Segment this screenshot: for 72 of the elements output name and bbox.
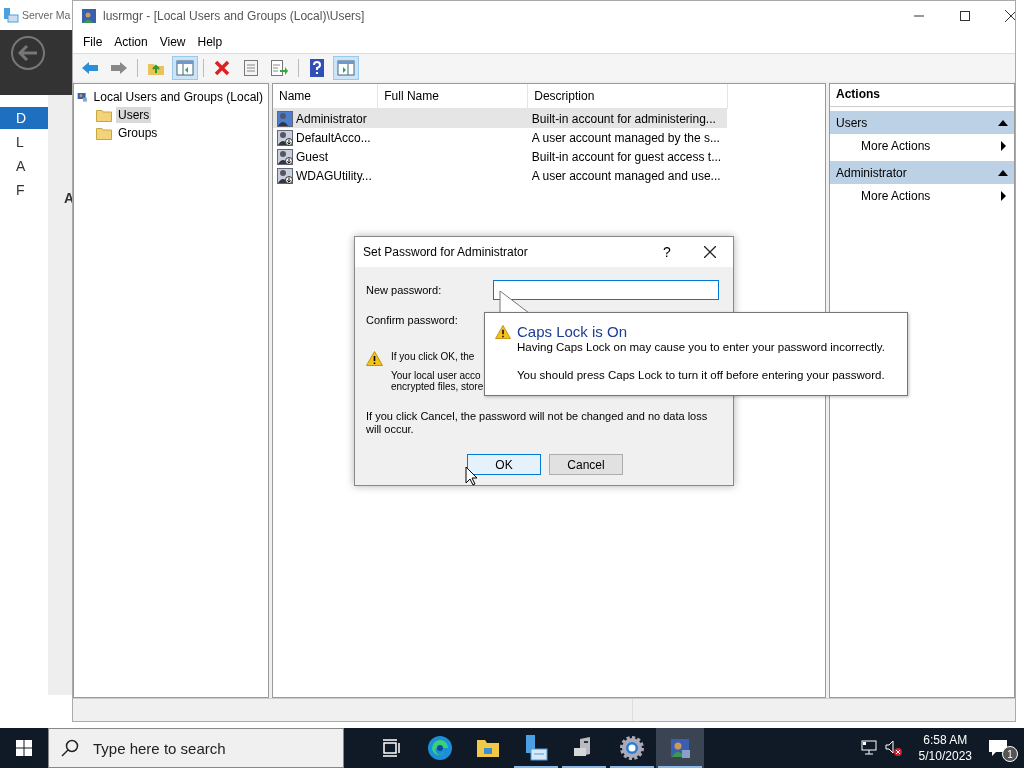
pane-title: Actions <box>830 84 1014 107</box>
field-label: Confirm password: <box>366 314 459 326</box>
table-cell-text: A user account managed and use... <box>530 167 722 185</box>
warning-icon <box>495 324 511 339</box>
column-header[interactable]: Full Name <box>377 84 528 109</box>
menu-item[interactable]: Help <box>191 35 229 49</box>
nav-item[interactable]: L <box>0 131 48 153</box>
column-header[interactable]: Description <box>527 84 728 109</box>
nav-item[interactable]: D <box>0 107 48 129</box>
browser-icon <box>427 735 453 761</box>
server-icon <box>3 7 19 23</box>
table-cell[interactable]: Administrator <box>273 108 378 128</box>
tooltip-title: Caps Lock is On <box>517 323 628 340</box>
tooltip-text: You should press Caps Lock to turn it off before entering your password. <box>517 368 886 382</box>
clock-time[interactable]: 6:58 AM <box>923 732 968 748</box>
column-header[interactable]: Name <box>273 84 378 109</box>
close-icon <box>704 246 716 258</box>
warning-text: If you click OK, the <box>391 351 476 362</box>
help-icon[interactable] <box>310 58 324 77</box>
menu-item[interactable]: View <box>153 35 192 49</box>
warning-text: Your local user acco <box>391 370 482 381</box>
volume-muted-icon[interactable] <box>884 740 903 756</box>
collapse-arrow-icon <box>998 119 1008 126</box>
help-button[interactable]: ? <box>647 244 687 260</box>
folder-icon <box>476 738 500 758</box>
users-icon <box>668 736 692 760</box>
warning-text: encrypted files, store <box>391 381 484 392</box>
network-icon[interactable] <box>860 740 877 756</box>
mouse-pointer-icon <box>465 466 478 486</box>
field-label: New password: <box>366 284 443 296</box>
cancel-note: If you click Cancel, the password will not be changed and no data loss will occur. <box>366 410 709 436</box>
clock-date[interactable]: 5/10/2023 <box>918 748 972 764</box>
action-group-header[interactable]: Users <box>830 111 1014 134</box>
menu-item[interactable]: Action <box>108 35 154 49</box>
notification-button[interactable]: 1 <box>988 734 1018 762</box>
properties-icon[interactable] <box>244 59 258 76</box>
windows-logo-icon <box>16 740 32 756</box>
folder-icon <box>96 108 112 122</box>
forward-arrow-icon[interactable] <box>110 60 128 75</box>
folder-icon <box>96 126 112 140</box>
server-icon <box>523 734 549 762</box>
table-cell: A user account managed by the s... <box>527 128 728 147</box>
collapse-arrow-icon <box>998 169 1008 176</box>
tooltip-text: Having Caps Lock on may cause you to enter your password incorrectly. <box>517 340 886 354</box>
tree-item[interactable]: Users <box>116 107 152 123</box>
window-title: Server Ma <box>22 9 71 21</box>
action-group-header[interactable]: Administrator <box>830 161 1014 184</box>
back-arrow-icon[interactable] <box>81 60 99 75</box>
search-box[interactable]: Type here to search <box>48 728 344 768</box>
ok-button[interactable]: OK <box>467 454 541 475</box>
action-item[interactable]: More Actions <box>830 184 1014 207</box>
nav-item[interactable]: F <box>0 179 48 201</box>
header-bar <box>0 30 72 95</box>
cancel-button[interactable]: Cancel <box>549 454 623 475</box>
close-icon <box>1005 10 1015 22</box>
submenu-arrow-icon <box>1001 190 1006 201</box>
submenu-arrow-icon <box>1001 140 1006 151</box>
window-title: lusrmgr - [Local Users and Groups (Local)\Users] <box>103 9 366 23</box>
search-icon <box>61 739 79 757</box>
nav-item[interactable]: A <box>0 155 48 177</box>
maximize-icon <box>960 11 970 21</box>
delete-icon[interactable] <box>214 59 230 76</box>
task-view-icon <box>382 739 402 757</box>
warning-icon <box>366 351 383 366</box>
users-icon <box>81 8 97 24</box>
action-item[interactable]: More Actions <box>830 134 1014 157</box>
menu-item[interactable]: File <box>77 35 109 49</box>
settings-icon <box>619 735 645 761</box>
dialog-title: Set Password for Administrator <box>363 245 529 259</box>
tree-item[interactable]: Groups <box>116 125 160 141</box>
table-cell-text: Built-in account for guest access t... <box>530 148 723 166</box>
tree-item[interactable]: Local Users and Groups (Local) <box>91 89 265 105</box>
